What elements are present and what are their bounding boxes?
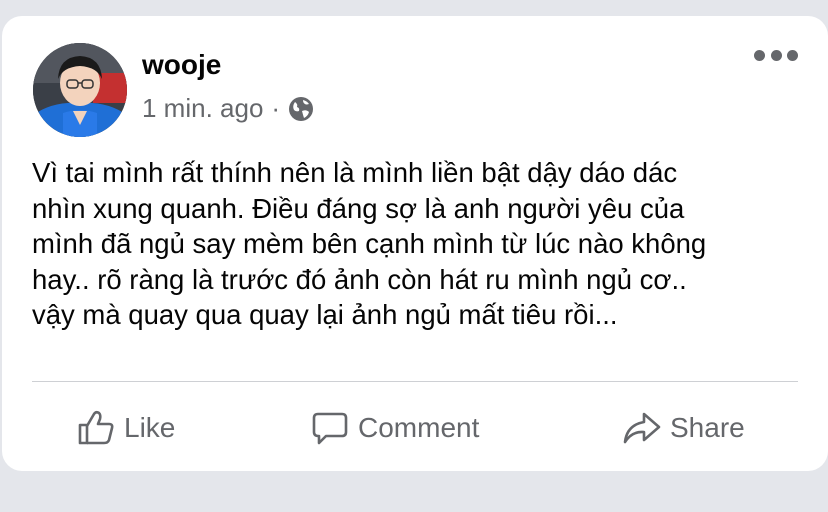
post-text-line: hay.. rõ ràng là trước đó ảnh còn hát ru… (32, 263, 687, 295)
more-options-icon[interactable] (754, 46, 798, 64)
more-dot (770, 49, 782, 61)
share-label: Share (670, 412, 745, 443)
globe-icon[interactable] (288, 96, 314, 122)
share-icon (623, 412, 661, 444)
avatar[interactable] (33, 43, 127, 137)
post-text-line: Vì tai mình rất thính nên là mình liền b… (32, 157, 678, 188)
post-text-line: nhìn xung quanh. Điều đáng sợ là anh ngư… (32, 192, 685, 224)
author-name[interactable]: wooje (142, 49, 221, 81)
comment-button[interactable]: Comment (310, 408, 479, 448)
like-label: Like (124, 412, 176, 443)
share-button[interactable]: Share (622, 408, 745, 448)
thumbs-up-icon (78, 410, 114, 445)
more-dot (754, 49, 765, 61)
post-text-line: mình đã ngủ say mèm bên cạnh mình từ lúc… (32, 228, 707, 259)
comment-icon (312, 412, 348, 445)
like-button[interactable]: Like (76, 408, 175, 448)
more-dot (787, 49, 798, 61)
action-divider (32, 381, 798, 382)
comment-label: Comment (358, 412, 480, 443)
post-text-line: vậy mà quay qua quay lại ảnh ngủ mất tiê… (32, 299, 618, 330)
post-meta: 1 min. ago · (142, 93, 314, 124)
meta-separator: · (271, 93, 281, 123)
post-timestamp[interactable]: 1 min. ago (142, 93, 263, 124)
post-text: Vì tai mình rất thính nên là mình liền b… (32, 155, 802, 333)
avatar-image (33, 43, 127, 137)
post-card: wooje 1 min. ago · Vì tai mình rất thính… (2, 16, 828, 471)
